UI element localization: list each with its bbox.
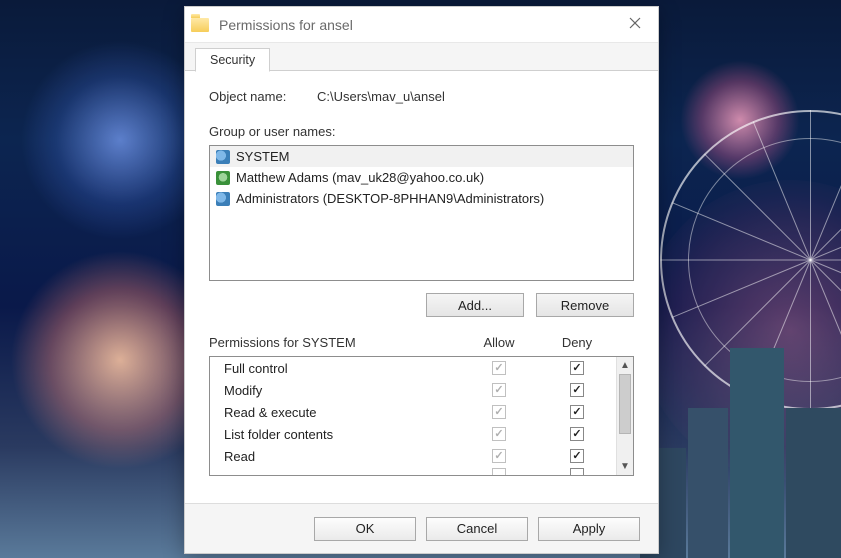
scroll-thumb[interactable] <box>619 374 631 434</box>
allow-checkbox <box>492 361 506 375</box>
add-button[interactable]: Add... <box>426 293 524 317</box>
folder-icon <box>191 18 209 32</box>
col-allow: Allow <box>460 335 538 350</box>
permission-label: Read & execute <box>224 405 460 420</box>
tab-security[interactable]: Security <box>195 48 270 72</box>
group-icon <box>216 192 230 206</box>
group-icon <box>216 150 230 164</box>
permission-label: Modify <box>224 383 460 398</box>
button-label: OK <box>356 521 375 536</box>
principal-name: SYSTEM <box>236 149 289 164</box>
principal-name: Matthew Adams (mav_uk28@yahoo.co.uk) <box>236 170 484 185</box>
allow-checkbox <box>492 383 506 397</box>
permission-row <box>210 467 616 475</box>
principals-label: Group or user names: <box>209 124 634 139</box>
permission-row: Modify <box>210 379 616 401</box>
chevron-up-icon: ▲ <box>620 360 630 371</box>
button-label: Cancel <box>457 521 497 536</box>
button-label: Apply <box>573 521 606 536</box>
decorative-glow <box>680 60 800 180</box>
permissions-heading: Permissions for SYSTEM <box>209 335 460 350</box>
titlebar[interactable]: Permissions for ansel <box>185 7 658 43</box>
deny-checkbox[interactable] <box>570 427 584 441</box>
allow-checkbox <box>492 405 506 419</box>
permissions-scrollbar[interactable]: ▲ ▼ <box>616 357 633 475</box>
cancel-button[interactable]: Cancel <box>426 517 528 541</box>
permissions-dialog: Permissions for ansel Security Object na… <box>184 6 659 554</box>
deny-checkbox[interactable] <box>570 383 584 397</box>
object-name-value: C:\Users\mav_u\ansel <box>317 89 445 104</box>
principal-name: Administrators (DESKTOP-8PHHAN9\Administ… <box>236 191 544 206</box>
tabstrip: Security <box>185 43 658 71</box>
scroll-down-button[interactable]: ▼ <box>617 458 633 475</box>
apply-button[interactable]: Apply <box>538 517 640 541</box>
allow-checkbox <box>492 449 506 463</box>
scroll-track[interactable] <box>617 374 633 458</box>
allow-checkbox <box>492 427 506 441</box>
dialog-footer: OK Cancel Apply <box>185 503 658 553</box>
principal-item[interactable]: SYSTEM <box>210 146 633 167</box>
permission-label: Read <box>224 449 460 464</box>
button-label: Add... <box>458 298 492 313</box>
permission-row: Read & execute <box>210 401 616 423</box>
deny-checkbox[interactable] <box>570 405 584 419</box>
decorative-wheel <box>660 110 841 410</box>
window-title: Permissions for ansel <box>219 17 353 33</box>
tab-label: Security <box>210 53 255 67</box>
permissions-listbox: Full control Modify Read & execute List fol… <box>209 356 634 476</box>
close-icon <box>629 16 641 34</box>
col-deny: Deny <box>538 335 616 350</box>
deny-checkbox[interactable] <box>570 361 584 375</box>
permission-label: List folder contents <box>224 427 460 442</box>
permission-row: List folder contents <box>210 423 616 445</box>
deny-checkbox[interactable] <box>570 468 584 475</box>
principals-listbox[interactable]: SYSTEM Matthew Adams (mav_uk28@yahoo.co.u… <box>209 145 634 281</box>
deny-checkbox[interactable] <box>570 449 584 463</box>
object-name-label: Object name: <box>209 89 309 104</box>
principal-item[interactable]: Matthew Adams (mav_uk28@yahoo.co.uk) <box>210 167 633 188</box>
button-label: Remove <box>561 298 609 313</box>
permission-label: Full control <box>224 361 460 376</box>
ok-button[interactable]: OK <box>314 517 416 541</box>
allow-checkbox <box>492 468 506 475</box>
close-button[interactable] <box>612 7 658 43</box>
scroll-up-button[interactable]: ▲ <box>617 357 633 374</box>
desktop-wallpaper: Permissions for ansel Security Object na… <box>0 0 841 558</box>
user-icon <box>216 171 230 185</box>
permission-row: Read <box>210 445 616 467</box>
remove-button[interactable]: Remove <box>536 293 634 317</box>
chevron-down-icon: ▼ <box>620 461 630 472</box>
principal-item[interactable]: Administrators (DESKTOP-8PHHAN9\Administ… <box>210 188 633 209</box>
decorative-glow <box>640 180 841 480</box>
permission-row: Full control <box>210 357 616 379</box>
